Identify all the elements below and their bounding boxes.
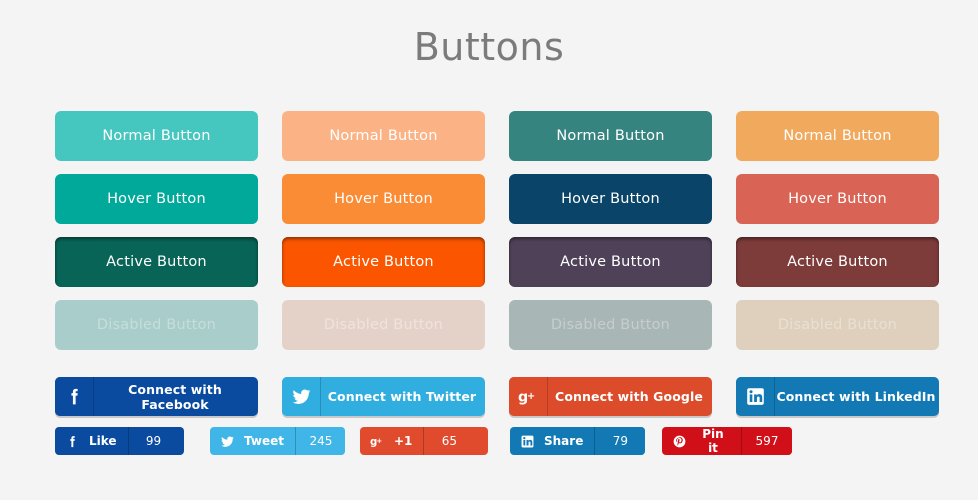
connect-button-row: Connect with Facebook Connect with Twitte… xyxy=(55,377,939,416)
state-button-label: Hover Button xyxy=(334,190,433,207)
state-button-label: Disabled Button xyxy=(777,316,898,333)
state-button-label: Hover Button xyxy=(788,190,887,207)
share-button-label: Tweet xyxy=(244,434,284,448)
state-button-label: Disabled Button xyxy=(550,316,671,333)
state-button-navy-hover[interactable]: Hover Button xyxy=(509,174,712,224)
connect-button-linkedin[interactable]: Connect with LinkedIn xyxy=(736,377,939,416)
state-button-label: Hover Button xyxy=(561,190,660,207)
state-button-label: Active Button xyxy=(560,253,661,270)
state-button-amber-hover[interactable]: Hover Button xyxy=(736,174,939,224)
state-button-grid: Normal Button Normal Button Normal Button N… xyxy=(55,111,939,350)
facebook-icon xyxy=(55,377,94,416)
state-button-label: Active Button xyxy=(106,253,207,270)
share-button-pinterest[interactable]: Pin it 597 xyxy=(662,427,792,455)
share-button-label: +1 xyxy=(394,434,413,448)
state-button-teal-active[interactable]: Active Button xyxy=(55,237,258,287)
state-button-label: Normal Button xyxy=(556,127,665,144)
googleplus-icon: g + xyxy=(509,377,548,416)
connect-button-twitter[interactable]: Connect with Twitter xyxy=(282,377,485,416)
share-button-count: 65 xyxy=(424,427,475,455)
state-button-teal-hover[interactable]: Hover Button xyxy=(55,174,258,224)
state-button-label: Active Button xyxy=(787,253,888,270)
share-button-twitter[interactable]: Tweet 245 xyxy=(210,427,345,455)
linkedin-icon xyxy=(736,377,775,416)
state-button-navy-active[interactable]: Active Button xyxy=(509,237,712,287)
share-button-count: 79 xyxy=(595,427,645,455)
buttons-showcase-page: Buttons Normal Button Normal Button Normal… xyxy=(0,0,978,500)
share-button-facebook[interactable]: Like 99 xyxy=(55,427,184,455)
state-button-amber-disabled: Disabled Button xyxy=(736,300,939,350)
googleplus-icon: g + xyxy=(370,434,385,449)
svg-text:+: + xyxy=(527,391,535,402)
state-button-label: Active Button xyxy=(333,253,434,270)
state-button-label: Disabled Button xyxy=(96,316,217,333)
share-button-google[interactable]: g + +1 65 xyxy=(360,427,488,455)
state-button-label: Disabled Button xyxy=(323,316,444,333)
share-button-count: 99 xyxy=(128,427,179,455)
state-button-orange-active[interactable]: Active Button xyxy=(282,237,485,287)
share-button-main: Like xyxy=(55,427,129,455)
state-button-label: Normal Button xyxy=(329,127,438,144)
state-button-teal-normal[interactable]: Normal Button xyxy=(55,111,258,161)
state-button-label: Normal Button xyxy=(102,127,211,144)
share-button-linkedin[interactable]: Share 79 xyxy=(510,427,645,455)
state-button-orange-normal[interactable]: Normal Button xyxy=(282,111,485,161)
state-button-orange-hover[interactable]: Hover Button xyxy=(282,174,485,224)
state-button-amber-normal[interactable]: Normal Button xyxy=(736,111,939,161)
share-button-main: Pin it xyxy=(662,427,742,455)
share-count-button-row: Like 99 Tweet 245 g + +1 65 Share 79 Pin it 597 xyxy=(55,427,955,457)
share-button-count: 245 xyxy=(295,427,345,455)
share-button-label: Like xyxy=(89,434,117,448)
page-title: Buttons xyxy=(413,25,565,69)
share-button-main: Tweet xyxy=(210,427,296,455)
state-button-navy-disabled: Disabled Button xyxy=(509,300,712,350)
connect-button-facebook[interactable]: Connect with Facebook xyxy=(55,377,258,416)
linkedin-icon xyxy=(520,434,535,449)
connect-button-label: Connect with Twitter xyxy=(327,389,477,404)
pinterest-icon xyxy=(672,434,687,449)
state-button-navy-normal[interactable]: Normal Button xyxy=(509,111,712,161)
connect-button-google[interactable]: g + Connect with Google xyxy=(509,377,712,416)
share-button-main: Share xyxy=(510,427,596,455)
state-button-amber-active[interactable]: Active Button xyxy=(736,237,939,287)
connect-button-label: Connect with LinkedIn xyxy=(776,389,936,404)
connect-button-label: Connect with Google xyxy=(555,389,703,404)
share-button-main: g + +1 xyxy=(360,427,425,455)
facebook-icon xyxy=(65,434,80,449)
state-button-teal-disabled: Disabled Button xyxy=(55,300,258,350)
connect-button-label: Connect with Facebook xyxy=(128,381,222,412)
share-button-label: Share xyxy=(544,434,584,448)
state-button-label: Hover Button xyxy=(107,190,206,207)
share-button-count: 597 xyxy=(742,427,792,455)
svg-text:+: + xyxy=(376,437,382,445)
state-button-label: Normal Button xyxy=(783,127,892,144)
share-button-label: Pin it xyxy=(702,427,724,455)
twitter-icon xyxy=(220,434,235,449)
state-button-orange-disabled: Disabled Button xyxy=(282,300,485,350)
twitter-icon xyxy=(282,377,321,416)
